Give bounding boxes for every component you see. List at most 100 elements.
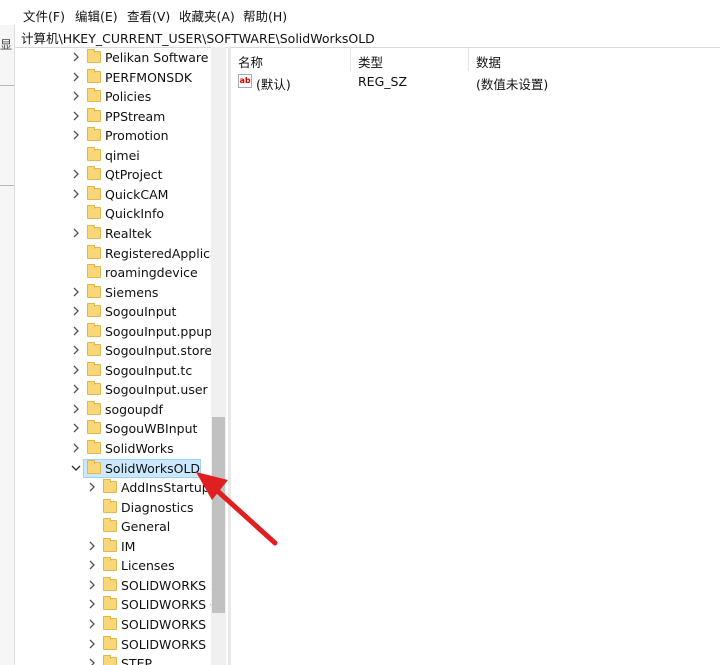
- chevron-right-icon[interactable]: [71, 227, 81, 239]
- chevron-right-icon[interactable]: [71, 403, 81, 415]
- chevron-right-icon[interactable]: [87, 559, 97, 571]
- menu-view[interactable]: 查看(V): [127, 6, 170, 25]
- tree-scrollbar[interactable]: [211, 47, 226, 665]
- chevron-right-icon[interactable]: [87, 540, 97, 552]
- tree-item[interactable]: SogouInput.tc: [15, 361, 227, 380]
- tree-item[interactable]: SogouInput: [15, 302, 227, 321]
- folder-icon: [87, 440, 101, 454]
- tree-scroll-thumb[interactable]: [212, 417, 225, 613]
- chevron-right-icon[interactable]: [71, 168, 81, 180]
- chevron-right-icon[interactable]: [71, 442, 81, 454]
- tree-item[interactable]: SOLIDWORKS P: [15, 635, 227, 654]
- tree-item[interactable]: Policies: [15, 87, 227, 106]
- tree-item-label: Siemens: [105, 284, 159, 300]
- tree-item-label: SogouInput.ppup: [105, 323, 213, 339]
- folder-icon: [103, 615, 117, 630]
- registry-key-tree[interactable]: Pelikan Software K PERFMONSDK Policies PPSt…: [15, 47, 227, 665]
- column-header-name[interactable]: 名称: [238, 52, 263, 71]
- tree-item-label: qimei: [105, 147, 140, 163]
- chevron-right-icon[interactable]: [87, 618, 97, 630]
- tree-item[interactable]: SogouWBInput: [15, 419, 227, 438]
- tree-item-label: RegisteredApplica: [105, 245, 218, 261]
- tree-item[interactable]: SOLIDWORKS C: [15, 595, 227, 614]
- address-bar[interactable]: 计算机\HKEY_CURRENT_USER\SOFTWARE\SolidWork…: [0, 25, 720, 48]
- pane-splitter[interactable]: [228, 47, 231, 665]
- tree-item-label: roamingdevice: [105, 265, 198, 281]
- menu-help[interactable]: 帮助(H): [243, 6, 287, 25]
- folder-icon: [87, 166, 101, 181]
- chevron-right-icon[interactable]: [87, 481, 97, 493]
- tree-item-label: SOLIDWORKS P: [121, 636, 218, 652]
- tree-item[interactable]: SOLIDWORKS 2: [15, 576, 227, 595]
- tree-item[interactable]: General: [15, 517, 227, 536]
- chevron-right-icon[interactable]: [71, 344, 81, 356]
- chevron-down-icon[interactable]: [71, 462, 81, 474]
- tree-item[interactable]: RegisteredApplica: [15, 244, 227, 263]
- menu-favorites[interactable]: 收藏夹(A): [179, 6, 235, 25]
- menu-edit[interactable]: 编辑(E): [75, 6, 118, 25]
- tree-item[interactable]: SolidWorks: [15, 439, 227, 458]
- tree-item[interactable]: SolidWorksOLD: [15, 458, 227, 478]
- folder-icon: [103, 537, 117, 552]
- chevron-right-icon[interactable]: [87, 598, 97, 610]
- tree-item-label: Policies: [105, 89, 152, 105]
- chevron-right-icon[interactable]: [71, 305, 81, 317]
- tree-item[interactable]: Promotion: [15, 126, 227, 145]
- tree-item[interactable]: Licenses: [15, 556, 227, 575]
- folder-icon: [87, 68, 101, 83]
- tree-item[interactable]: Siemens: [15, 283, 227, 302]
- tree-item[interactable]: PERFMONSDK: [15, 68, 227, 87]
- tree-item[interactable]: QuickCAM: [15, 185, 227, 204]
- folder-icon: [87, 361, 101, 376]
- divider: [0, 85, 14, 86]
- registry-values-list[interactable]: 名称 类型 数据 ab (默认) REG_SZ (数值未设置): [232, 47, 720, 665]
- chevron-right-icon[interactable]: [71, 51, 81, 63]
- chevron-right-icon[interactable]: [71, 422, 81, 434]
- column-divider[interactable]: [350, 47, 351, 71]
- column-header-type[interactable]: 类型: [358, 52, 383, 71]
- tree-item[interactable]: Pelikan Software K: [15, 48, 227, 67]
- tree-item[interactable]: SogouInput.ppup: [15, 322, 227, 341]
- chevron-right-icon[interactable]: [71, 383, 81, 395]
- tree-item[interactable]: AddInsStartup: [15, 478, 227, 497]
- address-path[interactable]: 计算机\HKEY_CURRENT_USER\SOFTWARE\SolidWork…: [21, 28, 375, 47]
- chevron-right-icon[interactable]: [87, 657, 97, 665]
- chevron-right-icon[interactable]: [87, 638, 97, 650]
- tree-item[interactable]: SogouInput.user: [15, 380, 227, 399]
- tree-item[interactable]: QuickInfo: [15, 204, 227, 223]
- tree-item-label: Realtek: [105, 225, 152, 241]
- folder-icon: [87, 127, 101, 142]
- chevron-right-icon[interactable]: [71, 90, 81, 102]
- folder-icon: [87, 146, 101, 161]
- tree-item[interactable]: PPStream: [15, 107, 227, 126]
- column-divider[interactable]: [468, 47, 469, 71]
- chevron-right-icon[interactable]: [71, 71, 81, 83]
- tree-item[interactable]: roamingdevice: [15, 263, 227, 282]
- chevron-right-icon[interactable]: [71, 364, 81, 376]
- tree-item-label: QtProject: [105, 167, 163, 183]
- value-data: (数值未设置): [476, 77, 549, 92]
- tree-item[interactable]: Realtek: [15, 224, 227, 243]
- tree-item[interactable]: SOLIDWORKS In: [15, 615, 227, 634]
- tree-item-label: SogouWBInput: [105, 421, 198, 437]
- tree-item[interactable]: IM: [15, 537, 227, 556]
- tree-item[interactable]: sogoupdf: [15, 400, 227, 419]
- tree-item[interactable]: STEP: [15, 654, 227, 665]
- chevron-right-icon[interactable]: [71, 110, 81, 122]
- tree-item[interactable]: QtProject: [15, 165, 227, 184]
- chevron-right-icon[interactable]: [71, 286, 81, 298]
- chevron-right-icon[interactable]: [71, 188, 81, 200]
- folder-icon: [87, 244, 101, 259]
- tree-item-label: PERFMONSDK: [105, 69, 193, 85]
- value-type: REG_SZ: [358, 74, 408, 89]
- column-header-data[interactable]: 数据: [476, 52, 501, 71]
- chevron-right-icon[interactable]: [71, 129, 81, 141]
- menu-file[interactable]: 文件(F): [23, 6, 65, 25]
- tree-item[interactable]: SogouInput.store.u: [15, 341, 227, 360]
- string-value-icon: ab: [238, 74, 252, 88]
- folder-icon: [87, 381, 101, 396]
- chevron-right-icon[interactable]: [87, 579, 97, 591]
- tree-item[interactable]: Diagnostics: [15, 498, 227, 517]
- chevron-right-icon[interactable]: [71, 325, 81, 337]
- tree-item[interactable]: qimei: [15, 146, 227, 165]
